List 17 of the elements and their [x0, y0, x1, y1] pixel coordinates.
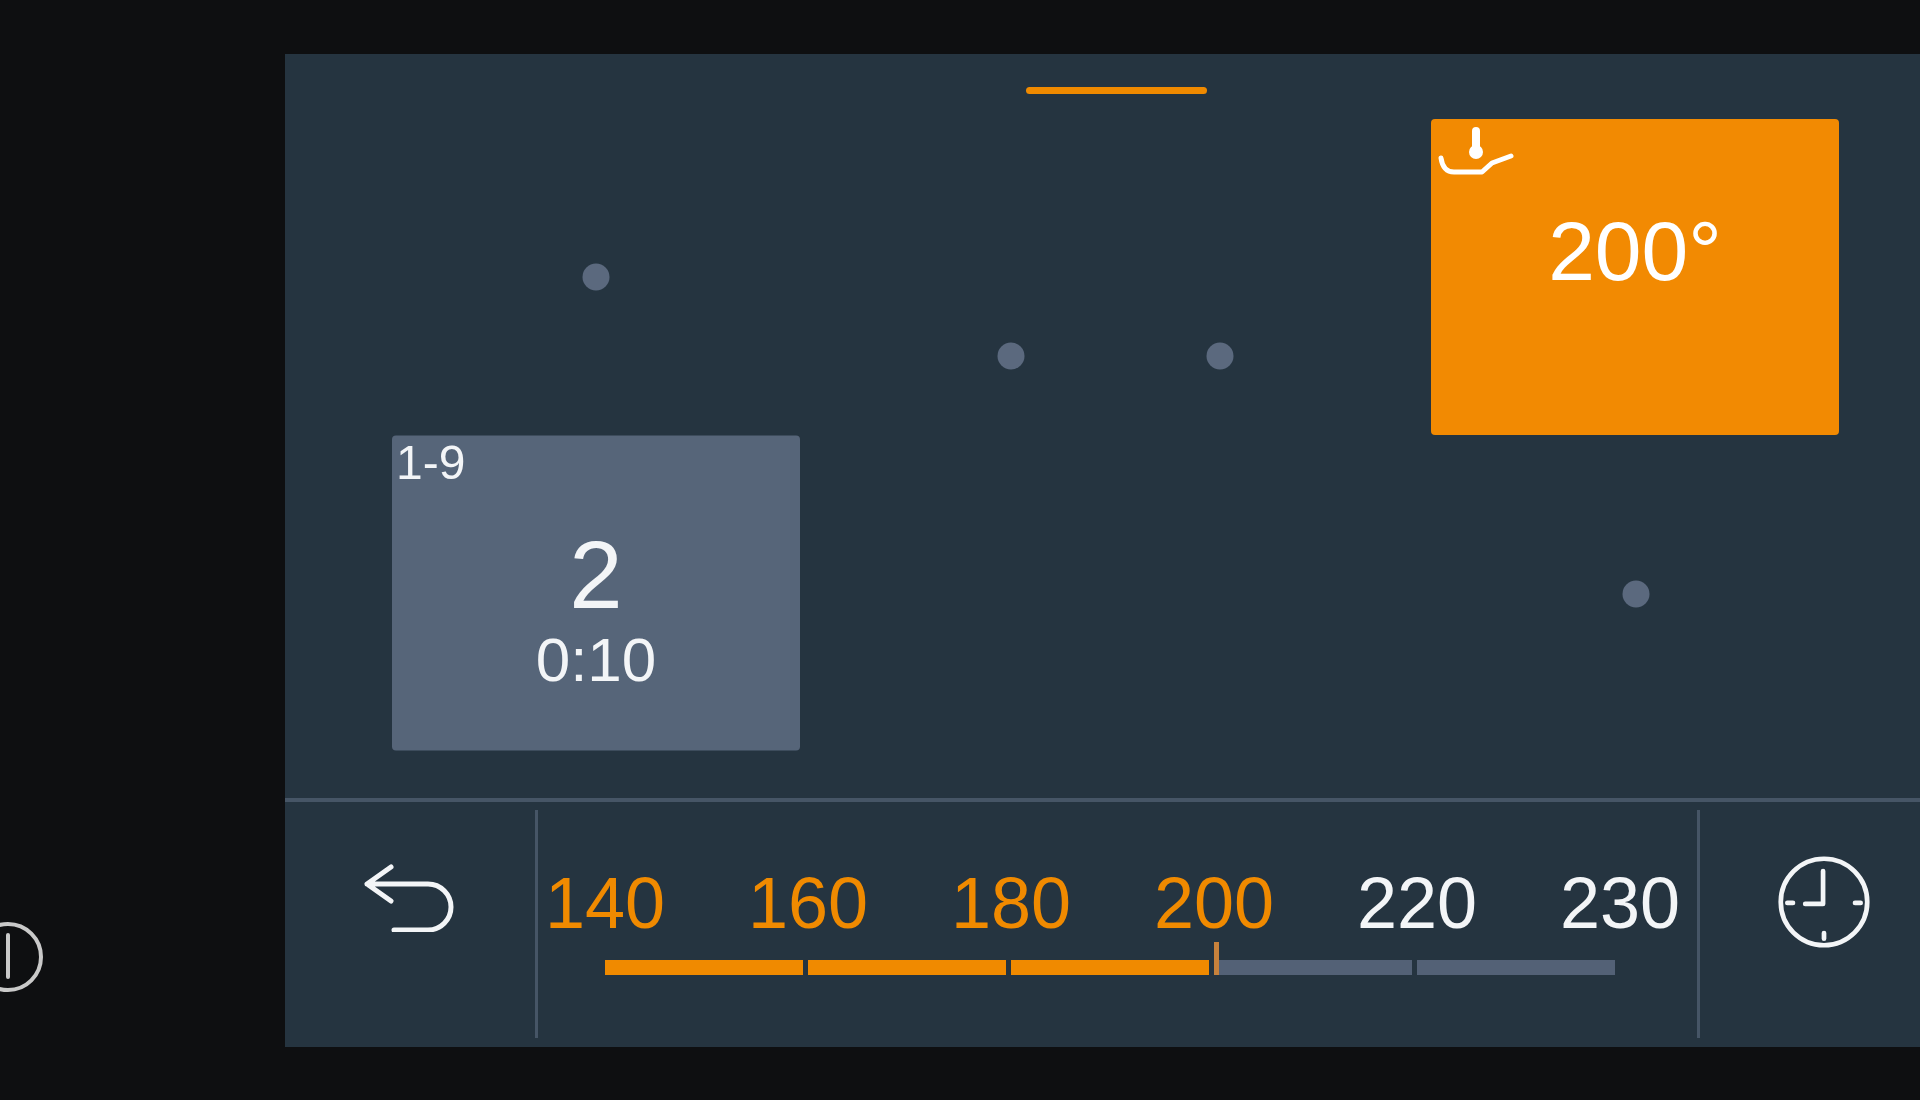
temperature-tick-label[interactable]: 180: [950, 867, 1072, 939]
slider-thumb[interactable]: [1214, 942, 1219, 975]
temperature-tick-label[interactable]: 200: [1153, 867, 1275, 939]
temperature-tick-label[interactable]: 140: [544, 867, 666, 939]
temperature-tick-label[interactable]: 230: [1559, 867, 1681, 939]
drag-handle[interactable]: [1026, 87, 1207, 94]
power-zone-card[interactable]: 1-9 2 0:10: [392, 435, 800, 751]
power-range: 1-9: [395, 438, 466, 487]
timer: 0:10: [535, 628, 657, 691]
back-icon[interactable]: [364, 864, 456, 932]
temperature-tick-label[interactable]: 220: [1356, 867, 1478, 939]
power-icon[interactable]: [0, 921, 45, 993]
thermometer-pan-icon: [1438, 125, 1514, 175]
temperature-tick-label[interactable]: 160: [747, 867, 869, 939]
zone-temperature: 200°: [1548, 209, 1722, 293]
clock-icon[interactable]: [1777, 855, 1871, 949]
power-level: 2: [569, 526, 623, 623]
